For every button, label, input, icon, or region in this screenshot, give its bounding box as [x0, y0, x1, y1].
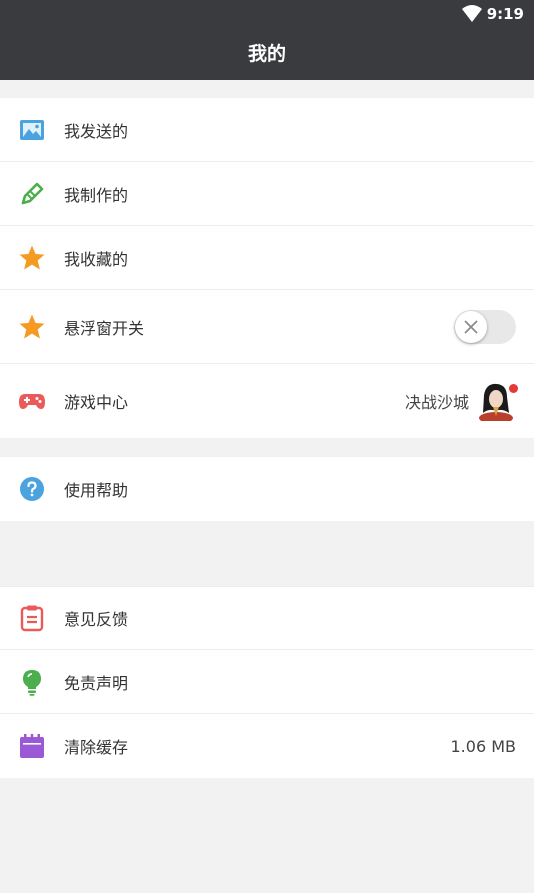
- help-icon: [20, 477, 44, 501]
- pencil-icon: [21, 182, 44, 204]
- menu-item-label: 免责声明: [64, 673, 129, 693]
- menu-item-game-center[interactable]: 游戏中心 决战沙城: [0, 364, 534, 438]
- notification-badge: [509, 384, 518, 393]
- menu-item-help[interactable]: 使用帮助: [0, 457, 534, 521]
- star-icon: [19, 245, 45, 269]
- page-title: 我的: [0, 28, 534, 80]
- menu-group-main: 我发送的 我制作的 我收藏的 悬浮窗开关 游戏中心 决战沙城: [0, 98, 534, 438]
- menu-item-label: 我收藏的: [64, 249, 129, 269]
- floating-window-toggle[interactable]: [454, 309, 516, 344]
- clipboard-icon: [20, 605, 44, 632]
- wifi-icon: [462, 5, 482, 22]
- bulb-icon: [23, 669, 41, 696]
- toggle-knob: [455, 310, 487, 343]
- menu-item-label: 我发送的: [64, 121, 129, 141]
- menu-item-label: 悬浮窗开关: [64, 318, 145, 338]
- star-icon: [19, 314, 45, 338]
- menu-group-misc: 意见反馈 免责声明 清除缓存 1.06 MB: [0, 586, 534, 778]
- status-time: 9:19: [486, 5, 524, 23]
- menu-item-label: 意见反馈: [64, 610, 129, 629]
- status-bar: 9:19: [0, 0, 534, 28]
- cache-size: 1.06 MB: [450, 736, 517, 756]
- menu-item-favorites[interactable]: 我收藏的: [0, 226, 534, 290]
- calendar-icon: [20, 734, 44, 758]
- menu-item-feedback[interactable]: 意见反馈: [0, 586, 534, 650]
- gamepad-icon: [19, 394, 45, 409]
- menu-item-sent[interactable]: 我发送的: [0, 98, 534, 162]
- close-icon: [464, 319, 478, 334]
- featured-game-name: 决战沙城: [404, 393, 469, 412]
- menu-item-clear-cache[interactable]: 清除缓存 1.06 MB: [0, 714, 534, 778]
- image-icon: [20, 119, 44, 140]
- menu-item-disclaimer[interactable]: 免责声明: [0, 650, 534, 714]
- menu-item-label: 清除缓存: [64, 738, 129, 757]
- menu-item-made[interactable]: 我制作的: [0, 162, 534, 226]
- menu-item-label: 我制作的: [64, 185, 129, 205]
- menu-group-help: 使用帮助: [0, 457, 534, 521]
- menu-item-label: 游戏中心: [64, 393, 129, 412]
- menu-item-floating-window: 悬浮窗开关: [0, 290, 534, 364]
- menu-item-label: 使用帮助: [64, 481, 129, 500]
